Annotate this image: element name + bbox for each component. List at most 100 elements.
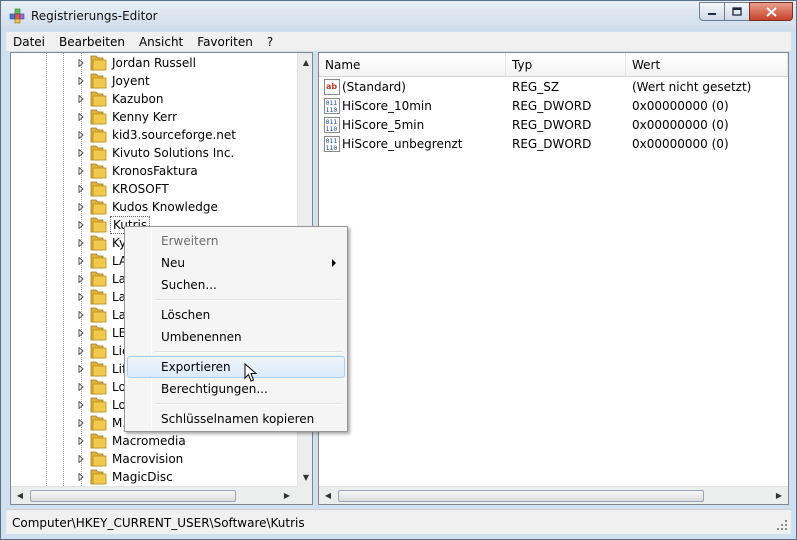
column-header-name[interactable]: Name	[319, 53, 506, 77]
minimize-icon	[708, 12, 716, 15]
value-row[interactable]: 011 110 HiScore_unbegrenzt REG_DWORD 0x00000…	[319, 135, 779, 154]
tree-item[interactable]: Jordan Russell	[11, 54, 297, 72]
menu-item-expand[interactable]: Erweitern	[127, 230, 345, 252]
window-controls	[699, 2, 793, 22]
tree-item[interactable]: KronosFaktura	[11, 162, 297, 180]
context-menu: Erweitern Neu Suchen... Löschen Umbenenn…	[124, 226, 348, 432]
tree-item[interactable]: Kenny Kerr	[11, 108, 297, 126]
maximize-icon	[732, 7, 742, 16]
tree-horizontal-scrollbar[interactable]: ◀ ▶	[11, 486, 297, 504]
expand-arrow-icon[interactable]	[77, 347, 85, 355]
menu-item-search[interactable]: Suchen...	[127, 274, 345, 296]
expand-arrow-icon[interactable]	[77, 95, 85, 103]
folder-icon	[90, 325, 107, 341]
expand-arrow-icon[interactable]	[77, 167, 85, 175]
folder-icon	[90, 271, 107, 287]
folder-icon	[90, 145, 107, 161]
tree-item[interactable]: kid3.sourceforge.net	[11, 126, 297, 144]
menu-item-export[interactable]: Exportieren	[127, 356, 345, 378]
folder-icon	[90, 379, 107, 395]
menu-item-copy-key-name[interactable]: Schlüsselnamen kopieren	[127, 408, 345, 430]
tree-item[interactable]: Macromedia	[11, 432, 297, 450]
tree-item-label: Macrovision	[112, 452, 184, 466]
column-header-type[interactable]: Typ	[506, 53, 626, 77]
svg-text:ab: ab	[326, 82, 337, 91]
expand-arrow-icon[interactable]	[77, 293, 85, 301]
scroll-thumb[interactable]	[338, 490, 704, 502]
values-horizontal-scrollbar[interactable]: ◀ ▶	[319, 486, 788, 504]
folder-icon	[90, 55, 107, 71]
value-type-cell: REG_DWORD	[512, 137, 592, 151]
tree-item[interactable]: Joyent	[11, 72, 297, 90]
tree-item[interactable]: KROSOFT	[11, 180, 297, 198]
expand-arrow-icon[interactable]	[77, 185, 85, 193]
menu-edit[interactable]: Bearbeiten	[52, 35, 132, 49]
tree-item-label: Jordan Russell	[112, 56, 196, 70]
values-pane[interactable]: Name Typ Wert ab (Standard) REG_SZ (Wert ni…	[318, 52, 789, 505]
folder-icon	[90, 199, 107, 215]
expand-arrow-icon[interactable]	[77, 257, 85, 265]
expand-arrow-icon[interactable]	[77, 131, 85, 139]
scroll-up-icon[interactable]: ▲	[298, 54, 312, 70]
folder-icon	[90, 217, 107, 233]
expand-arrow-icon[interactable]	[77, 239, 85, 247]
tree-item[interactable]: Kivuto Solutions Inc.	[11, 144, 297, 162]
minimize-button[interactable]	[699, 2, 725, 21]
expand-arrow-icon[interactable]	[77, 221, 85, 229]
expand-arrow-icon[interactable]	[77, 473, 85, 481]
expand-arrow-icon[interactable]	[77, 365, 85, 373]
folder-icon	[90, 397, 107, 413]
scroll-left-icon[interactable]: ◀	[12, 487, 28, 503]
tree-item-label: Joyent	[112, 74, 150, 88]
resize-grip-icon[interactable]	[776, 519, 788, 531]
value-row[interactable]: 011 110 HiScore_10min REG_DWORD 0x00000000 (…	[319, 97, 779, 116]
value-row[interactable]: ab (Standard) REG_SZ (Wert nicht gesetzt)	[319, 78, 779, 97]
scroll-left-icon[interactable]: ◀	[320, 487, 336, 503]
expand-arrow-icon[interactable]	[77, 275, 85, 283]
menu-favorites[interactable]: Favoriten	[190, 35, 260, 49]
menu-item-label: Umbenennen	[161, 330, 242, 344]
mouse-cursor-icon	[244, 363, 258, 382]
menu-item-delete[interactable]: Löschen	[127, 304, 345, 326]
scroll-thumb[interactable]	[30, 490, 236, 502]
folder-icon	[90, 307, 107, 323]
scroll-right-icon[interactable]: ▶	[279, 487, 295, 503]
tree-item[interactable]: Macrovision	[11, 450, 297, 468]
menu-help[interactable]: ?	[260, 35, 280, 49]
expand-arrow-icon[interactable]	[77, 329, 85, 337]
menu-item-rename[interactable]: Umbenennen	[127, 326, 345, 348]
tree-item[interactable]: Kazubon	[11, 90, 297, 108]
close-icon	[765, 6, 777, 17]
menu-view[interactable]: Ansicht	[132, 35, 190, 49]
expand-arrow-icon[interactable]	[77, 401, 85, 409]
value-name-cell: HiScore_10min	[342, 99, 432, 113]
expand-arrow-icon[interactable]	[77, 113, 85, 121]
scroll-right-icon[interactable]: ▶	[771, 487, 787, 503]
expand-arrow-icon[interactable]	[77, 59, 85, 67]
expand-arrow-icon[interactable]	[77, 383, 85, 391]
menu-separator	[155, 351, 343, 353]
maximize-button[interactable]	[724, 2, 750, 21]
expand-arrow-icon[interactable]	[77, 77, 85, 85]
tree-item[interactable]: Kudos Knowledge	[11, 198, 297, 216]
expand-arrow-icon[interactable]	[77, 437, 85, 445]
expand-arrow-icon[interactable]	[77, 455, 85, 463]
expand-arrow-icon[interactable]	[77, 203, 85, 211]
value-row[interactable]: 011 110 HiScore_5min REG_DWORD 0x00000000 (0…	[319, 116, 779, 135]
expand-arrow-icon[interactable]	[77, 149, 85, 157]
tree-item[interactable]: MagicDisc	[11, 468, 297, 486]
scroll-down-icon[interactable]: ▼	[298, 469, 312, 485]
folder-icon	[90, 361, 107, 377]
value-name-cell: (Standard)	[342, 80, 406, 94]
folder-icon	[90, 73, 107, 89]
menu-item-new[interactable]: Neu	[127, 252, 345, 274]
expand-arrow-icon[interactable]	[77, 311, 85, 319]
title-bar[interactable]: Registrierungs-Editor	[1, 1, 796, 31]
expand-arrow-icon[interactable]	[77, 419, 85, 427]
menu-file[interactable]: Datei	[6, 35, 52, 49]
menu-item-permissions[interactable]: Berechtigungen...	[127, 378, 345, 400]
scrollbar-corner	[297, 486, 312, 504]
column-header-value[interactable]: Wert	[626, 53, 788, 77]
status-path: Computer\HKEY_CURRENT_USER\Software\Kutr…	[12, 516, 305, 530]
close-button[interactable]	[749, 2, 793, 21]
